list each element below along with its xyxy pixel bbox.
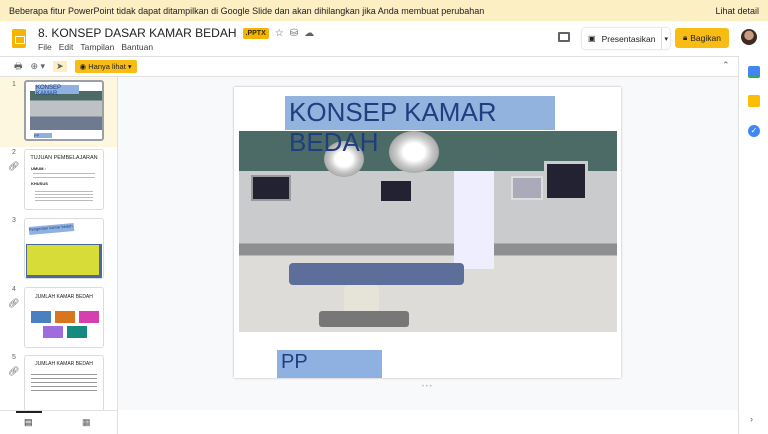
document-title-bar: 8. KONSEP DASAR KAMAR BEDAH .PPTX ☆ ⛁ ☁ xyxy=(38,26,314,40)
collapse-toolbar-icon[interactable]: ⌃ xyxy=(722,60,730,71)
present-button[interactable]: ▣ Presentasikan ▾ xyxy=(582,28,670,49)
slides-logo-icon[interactable] xyxy=(12,29,26,48)
thumb-title: Pengertian kamar bedah xyxy=(28,223,75,235)
comments-icon[interactable] xyxy=(558,32,570,42)
slide-number: 4 xyxy=(12,286,16,293)
side-panel: ✓ › xyxy=(738,56,768,434)
filmstrip: 1 KONSEP KAMAR PP 2 🔗︎ TUJUAN PEMBELAJAR… xyxy=(0,77,118,410)
slide-thumbnail-2[interactable]: 2 🔗︎ TUJUAN PEMBELAJARAN UMUM : KHUSUS xyxy=(0,149,117,215)
view-mode-label: Hanya lihat xyxy=(88,62,126,71)
panel-resize-handle[interactable]: • • • xyxy=(422,384,432,390)
view-mode-dropdown[interactable]: ◉ Hanya lihat ▾ xyxy=(74,60,137,73)
present-icon: ▣ xyxy=(588,34,596,43)
slide-number: 5 xyxy=(12,354,16,361)
move-folder-icon[interactable]: ⛁ xyxy=(290,28,298,39)
thumb-text: UMUM : xyxy=(31,166,46,171)
star-icon[interactable]: ☆ xyxy=(275,28,284,39)
current-slide: KONSEP KAMAR BEDAH PP HIPKABI xyxy=(234,87,621,378)
toolbar: 🖶︎ ⊕ ▾ ➤ ◉ Hanya lihat ▾ xyxy=(0,56,738,77)
present-label: Presentasikan xyxy=(601,33,656,44)
thumb-subtitle: PP xyxy=(34,133,52,138)
expand-panel-icon[interactable]: › xyxy=(750,414,753,424)
lock-icon: 🔒︎ xyxy=(683,33,688,42)
menu-view[interactable]: Tampilan xyxy=(80,42,114,52)
warning-banner: Beberapa fitur PowerPoint tidak dapat di… xyxy=(0,0,768,21)
banner-message: Beberapa fitur PowerPoint tidak dapat di… xyxy=(9,5,485,16)
thumb-title: JUMLAH KAMAR BEDAH xyxy=(35,294,93,300)
slide-thumbnail-5[interactable]: 5 🔗︎ JUMLAH KAMAR BEDAH xyxy=(0,354,117,410)
menu-file[interactable]: File xyxy=(38,42,52,52)
calendar-icon[interactable] xyxy=(748,66,760,78)
menu-edit[interactable]: Edit xyxy=(59,42,74,52)
menu-bar: File Edit Tampilan Bantuan xyxy=(38,42,153,52)
print-icon[interactable]: 🖶︎ xyxy=(14,59,23,75)
details-link[interactable]: Lihat detail xyxy=(715,6,759,16)
share-button[interactable]: 🔒︎ Bagikan xyxy=(675,28,729,48)
filmstrip-view-icon[interactable]: ▤ xyxy=(24,417,33,428)
thumb-title: JUMLAH KAMAR BEDAH xyxy=(35,361,93,367)
grid-view-icon[interactable]: ▦ xyxy=(82,417,91,428)
slide-thumbnail-1[interactable]: 1 KONSEP KAMAR PP xyxy=(0,77,117,147)
link-icon: 🔗︎ xyxy=(8,366,20,376)
slide-thumbnail-4[interactable]: 4 🔗︎ JUMLAH KAMAR BEDAH xyxy=(0,286,117,352)
select-cursor-icon[interactable]: ➤ xyxy=(53,61,67,72)
slide-number: 3 xyxy=(12,217,16,224)
zoom-icon[interactable]: ⊕ ▾ xyxy=(31,61,46,72)
slide-number: 1 xyxy=(12,81,16,88)
avatar[interactable] xyxy=(741,29,757,45)
link-icon: 🔗︎ xyxy=(8,161,20,171)
filmstrip-view-bar: ▤ ▦ xyxy=(0,410,118,434)
operating-room-photo xyxy=(239,131,617,332)
tasks-icon[interactable]: ✓ xyxy=(748,125,760,137)
thumb-title: TUJUAN PEMBELAJARAN xyxy=(30,155,98,161)
thumb-title: KONSEP KAMAR xyxy=(35,85,79,97)
slide-title[interactable]: KONSEP KAMAR BEDAH xyxy=(289,97,569,157)
menu-help[interactable]: Bantuan xyxy=(121,42,153,52)
file-type-badge: .PPTX xyxy=(242,27,269,39)
keep-icon[interactable] xyxy=(748,95,760,107)
slide-thumbnail-3[interactable]: 3 Pengertian kamar bedah xyxy=(0,217,117,283)
document-title[interactable]: 8. KONSEP DASAR KAMAR BEDAH xyxy=(38,26,237,40)
thumb-text: KHUSUS xyxy=(31,181,48,186)
slide-subtitle[interactable]: PP HIPKABI xyxy=(281,350,391,378)
slide-number: 2 xyxy=(12,149,16,156)
share-label: Bagikan xyxy=(690,33,721,43)
link-icon: 🔗︎ xyxy=(8,298,20,308)
cloud-status-icon[interactable]: ☁ xyxy=(304,28,314,39)
present-dropdown-icon[interactable]: ▾ xyxy=(661,28,670,49)
